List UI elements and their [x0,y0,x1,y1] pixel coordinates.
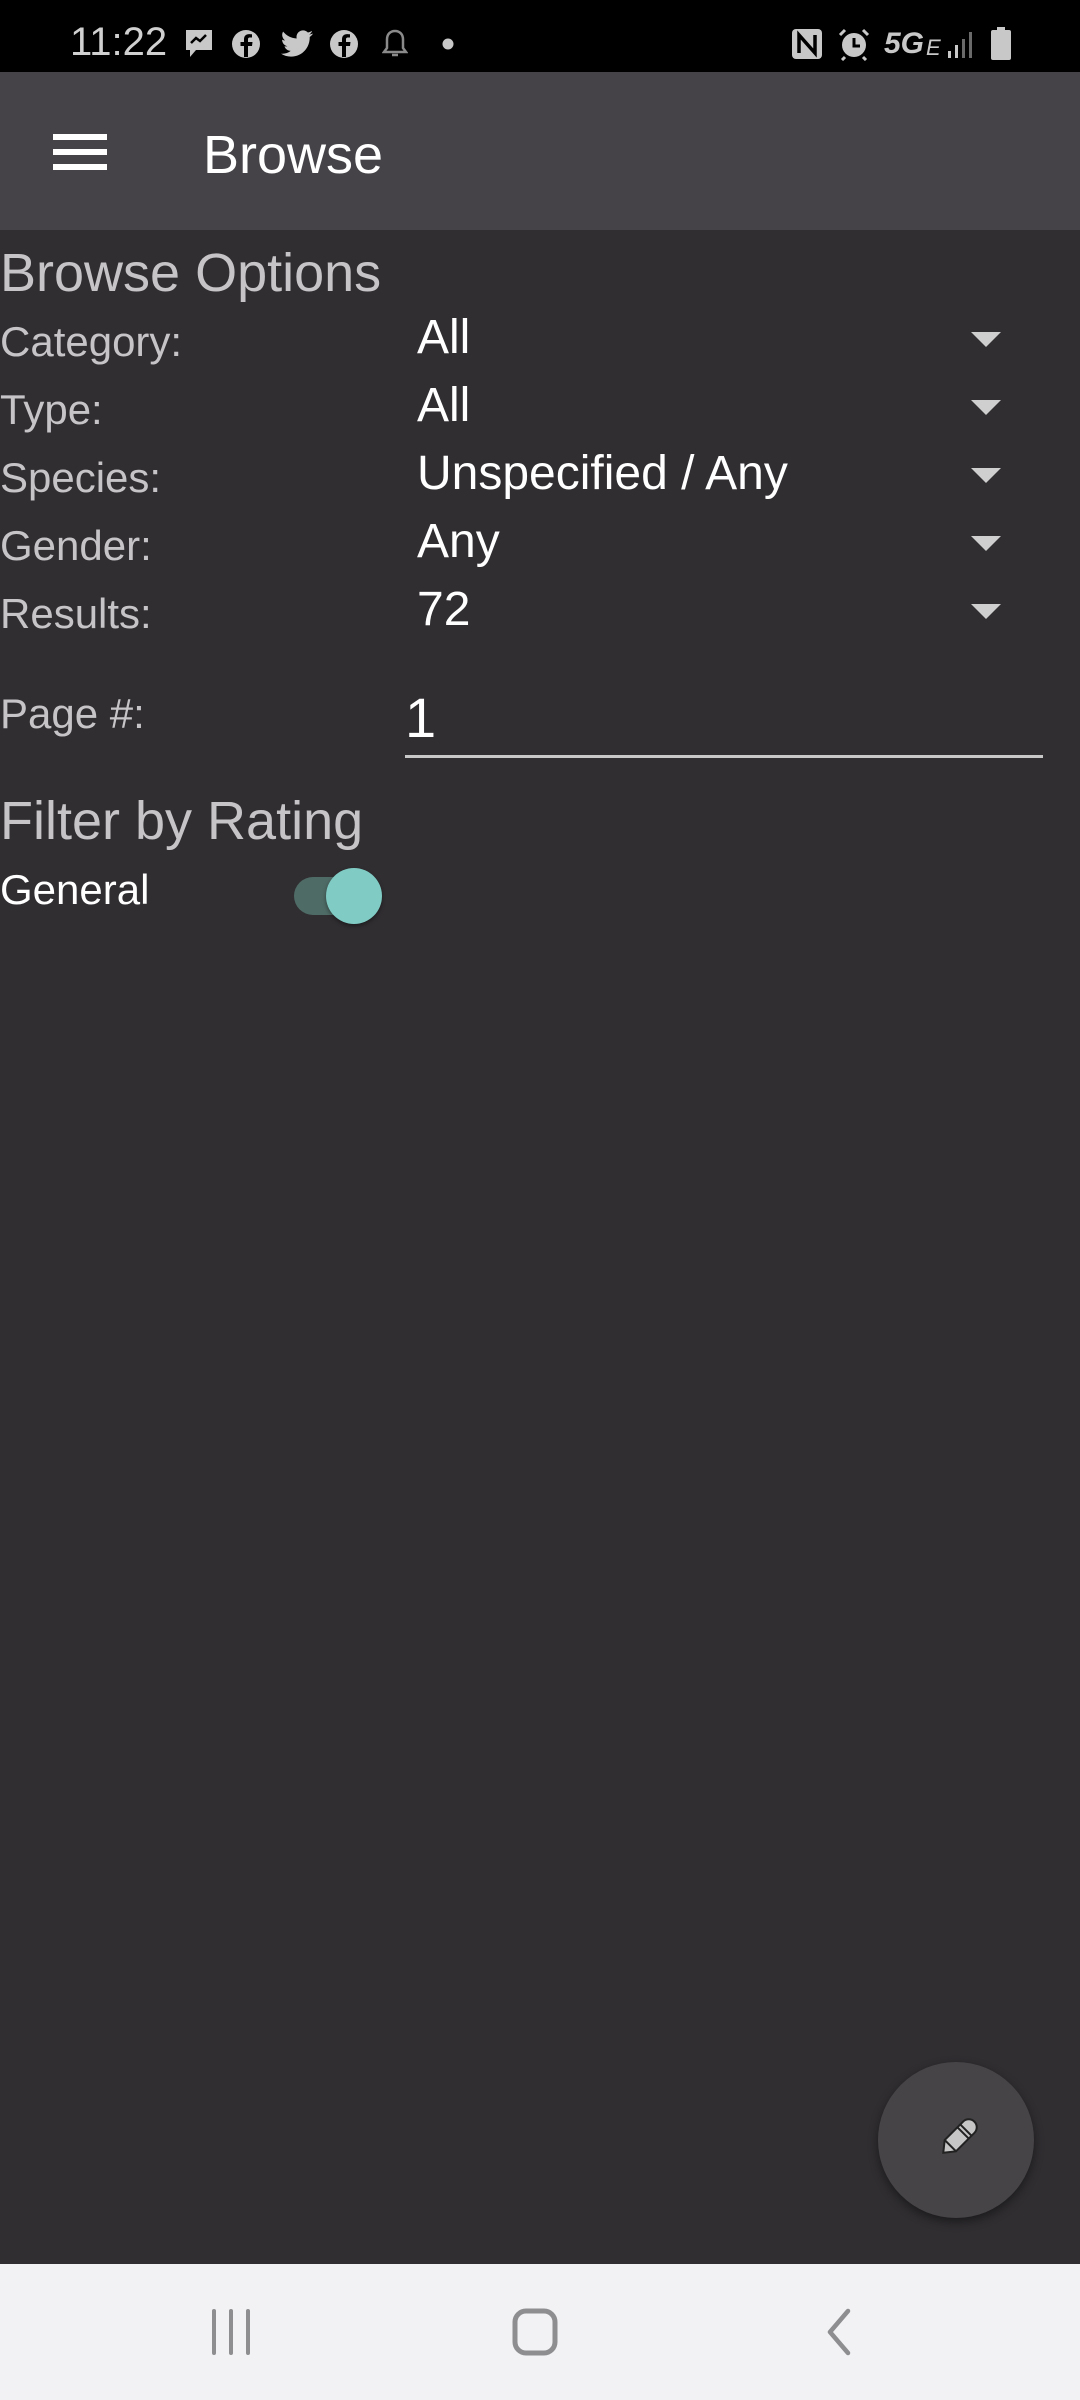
network-label: 5G [884,27,925,60]
status-bar: 11:22 5G E [0,0,1080,72]
type-value[interactable]: All [417,378,470,433]
results-dropdown[interactable]: Results: 72 [0,582,1040,646]
species-value[interactable]: Unspecified / Any [417,446,788,501]
home-icon[interactable] [485,2294,585,2370]
facebook-icon [328,26,360,62]
signal-icon [946,26,976,62]
pencil-icon [942,2118,978,2154]
status-time: 11:22 [70,20,168,64]
species-dropdown[interactable]: Species: Unspecified / Any [0,446,1040,510]
dropdown-arrow-icon[interactable] [971,468,1001,483]
alarm-icon [836,26,872,62]
gender-dropdown[interactable]: Gender: Any [0,514,1040,578]
category-dropdown[interactable]: Category: All [0,310,1040,374]
results-value[interactable]: 72 [417,582,470,637]
toggle-thumb[interactable] [326,868,382,924]
recent-apps-icon[interactable] [182,2294,282,2370]
filter-by-rating-heading: Filter by Rating [0,791,364,851]
page-title: Browse [203,125,384,185]
results-label: Results: [0,590,152,637]
nfc-icon [790,26,824,62]
browse-options-heading: Browse Options [0,243,382,303]
rating-general-toggle[interactable] [290,864,386,928]
species-label: Species: [0,454,162,501]
dropdown-arrow-icon[interactable] [971,332,1001,347]
facebook-icon [230,26,262,62]
dropdown-arrow-icon[interactable] [971,400,1001,415]
dropdown-arrow-icon[interactable] [971,536,1001,551]
page-number-input[interactable] [405,680,1043,758]
bell-icon [380,26,410,62]
category-label: Category: [0,318,183,365]
system-nav-bar [0,2264,1080,2400]
type-label: Type: [0,386,103,433]
app-bar: Browse [0,72,1080,230]
network-sub: E [926,35,941,60]
page-number-label: Page #: [0,690,145,737]
dropdown-arrow-icon[interactable] [971,604,1001,619]
dot-icon [440,26,456,62]
network-5ge-icon: 5G E [884,26,941,62]
type-dropdown[interactable]: Type: All [0,378,1040,442]
battery-icon [988,26,1014,62]
category-value[interactable]: All [417,310,470,365]
edit-fab-button[interactable] [878,2062,1034,2218]
gender-label: Gender: [0,522,152,569]
rating-general-label: General [0,866,150,913]
hamburger-menu-icon[interactable] [40,122,120,182]
twitter-icon [279,26,315,62]
back-icon[interactable] [788,2294,888,2370]
gender-value[interactable]: Any [417,514,500,569]
messenger-icon [183,26,215,62]
